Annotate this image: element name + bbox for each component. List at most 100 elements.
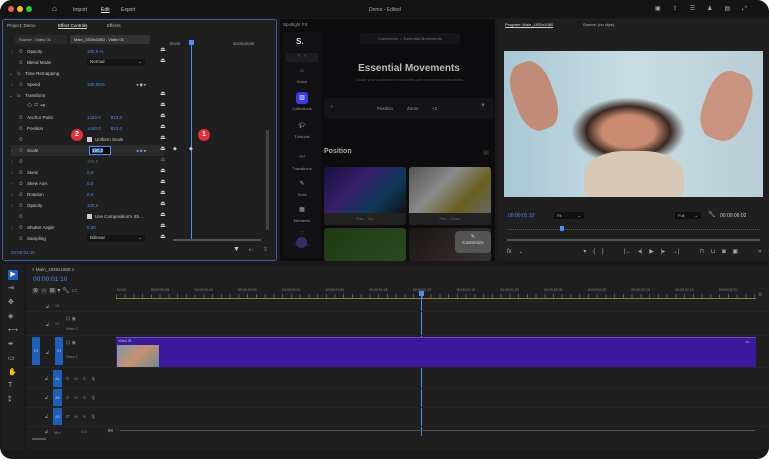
property-value[interactable]: 0,00 — [87, 225, 96, 230]
zoom-scrollbar[interactable] — [173, 239, 261, 241]
effect-card[interactable]: Pan - Top — [324, 167, 406, 225]
mark-in-icon[interactable]: { — [593, 249, 595, 255]
lock-icon[interactable]: 🔓︎ — [46, 350, 49, 356]
lift-icon[interactable]: ⊓ — [699, 249, 704, 255]
marker-icon[interactable]: ▾ — [583, 249, 586, 255]
stopwatch-icon[interactable]: ⏱︎ — [19, 170, 27, 175]
keyframe-icon[interactable]: ◆ — [189, 146, 193, 152]
filter-zoom[interactable]: Zoom — [407, 106, 419, 111]
property-value-2[interactable]: 810,0 — [111, 115, 122, 120]
linked-selection-icon[interactable]: ⊠ — [48, 288, 56, 294]
sync-lock-eye-icons[interactable]: ⊡ ◉ — [66, 340, 76, 346]
track-target[interactable]: V3 — [55, 304, 59, 308]
monitor-zoom-bar[interactable] — [507, 239, 760, 241]
reset-icon[interactable]: ⏏︎ — [160, 46, 166, 53]
video-preview[interactable] — [504, 51, 763, 197]
extract-icon[interactable]: ⊔ — [711, 249, 716, 255]
reset-icon[interactable]: ⏏︎ — [160, 200, 166, 207]
stopwatch-icon[interactable]: ⏱︎ — [19, 203, 27, 208]
go-to-out-icon[interactable]: →| — [672, 249, 680, 255]
fit-dropdown[interactable]: Fit ⌄ — [554, 212, 584, 219]
property-value[interactable]: 100,0 % — [87, 49, 104, 54]
go-to-end-icon[interactable]: ⋈ — [108, 428, 113, 434]
property-value[interactable]: 100,00% — [87, 82, 105, 87]
reset-icon[interactable]: ⏏︎ — [160, 167, 166, 174]
stopwatch-icon[interactable]: ⏱︎ — [19, 225, 27, 230]
mix-value[interactable]: 0,0 — [81, 429, 87, 434]
chevron-right-icon[interactable]: › — [11, 159, 19, 164]
monitor-ruler[interactable] — [507, 229, 760, 230]
chevron-down-icon[interactable]: ⌄ — [9, 71, 17, 77]
dropdown[interactable]: Normal ⌄ — [87, 59, 145, 66]
chevron-right-icon[interactable]: › — [11, 82, 19, 87]
type-tool-icon[interactable]: T — [8, 382, 12, 389]
sequence-clip-tab[interactable]: Main_1920x1080 - Video 01 — [70, 35, 150, 44]
sidebar-item-collections[interactable]: ▥ Collections — [283, 92, 321, 111]
stopwatch-icon[interactable]: ⏱︎ — [19, 49, 27, 54]
pen-tool-icon[interactable]: ✒ — [8, 340, 14, 348]
nav-export[interactable]: Export — [121, 7, 135, 13]
keyframe-icon[interactable]: ◆ — [173, 146, 177, 152]
rectangle-tool-icon[interactable]: ▭ — [8, 354, 15, 362]
reset-icon[interactable]: ⏏︎ — [160, 57, 166, 64]
play-audio-icon[interactable]: ▸♪ — [249, 247, 254, 253]
lock-icon[interactable]: 🔓︎ — [45, 376, 48, 382]
reset-icon[interactable]: ⏏︎ — [160, 222, 166, 229]
sidebar-item-texts[interactable]: ✎ Texts — [283, 178, 321, 197]
audio-track-target[interactable]: A2 — [53, 389, 62, 406]
chevron-right-icon[interactable]: › — [11, 225, 19, 230]
property-value[interactable]: 100,0 — [87, 203, 98, 208]
lock-icon[interactable]: 🔓︎ — [45, 414, 48, 420]
effect-section[interactable]: ⌄ fx Time Remapping — [9, 68, 161, 79]
avatar[interactable] — [296, 237, 307, 248]
sidebar-item-tutorials[interactable]: 🎓︎ Tutorials — [283, 120, 321, 139]
dropdown[interactable]: Bilinear ⌄ — [87, 235, 145, 242]
camera-icon[interactable]: ◙ — [722, 249, 726, 255]
tab-effect-controls[interactable]: Effect Controls — [58, 23, 88, 29]
reset-icon[interactable]: ⏏︎ — [160, 112, 166, 119]
rectangle-mask-icon[interactable]: ▭ — [34, 103, 39, 109]
selection-tool-icon[interactable]: ▶ — [8, 270, 18, 280]
property-value-2[interactable]: 810,0 — [111, 126, 122, 131]
reset-icon[interactable]: ⏏︎ — [160, 156, 166, 163]
slip-tool-icon[interactable]: ⟷ — [8, 326, 18, 334]
audio-mix-level[interactable] — [120, 430, 755, 431]
tab-effects[interactable]: Effects — [107, 23, 121, 28]
track-select-tool-icon[interactable]: ⇥ — [8, 284, 14, 292]
nest-icon[interactable]: ⊕ — [32, 288, 40, 294]
timeline-timecode[interactable]: 00:00:01:10 — [33, 276, 67, 283]
stopwatch-icon[interactable]: ⏱︎ — [19, 60, 27, 65]
audio-track-target[interactable]: A3 — [53, 408, 62, 425]
stopwatch-icon[interactable]: ⏱︎ — [19, 115, 27, 120]
play-icon[interactable]: ▶ — [649, 249, 654, 255]
stopwatch-icon[interactable]: ⏱︎ — [19, 236, 27, 241]
tab-source[interactable]: Source: (no clips) — [583, 22, 614, 27]
home-icon[interactable]: ⌂ — [52, 4, 57, 13]
chevron-down-icon[interactable]: ⌄ — [9, 93, 17, 99]
stopwatch-icon[interactable]: ⏱︎ — [19, 126, 27, 131]
mark-out-icon[interactable]: } — [602, 249, 604, 255]
maximize-window-button[interactable] — [26, 6, 32, 12]
chevron-right-icon[interactable]: › — [11, 203, 19, 208]
sync-lock-eye-icons[interactable]: ⊡ ◉ — [66, 316, 76, 322]
keyframe-navigator[interactable]: ◂ ◆ ▸ — [136, 148, 147, 154]
stopwatch-icon[interactable]: ⏱︎ — [19, 137, 27, 142]
filter-icon[interactable]: ▼ — [233, 246, 240, 253]
source-clip-tab[interactable]: Source - Video 01 — [15, 35, 67, 44]
filter-position[interactable]: Position — [377, 106, 393, 111]
reset-icon[interactable]: ⏏︎ — [160, 90, 166, 97]
property-value[interactable]: 0,0 — [87, 170, 93, 175]
sidebar-item-elements[interactable]: ▦ Elements — [283, 204, 321, 223]
sync-lock-icon[interactable]: ⊡ — [66, 376, 69, 381]
comments-icon[interactable]: ▤ — [724, 6, 742, 12]
quick-export-icon[interactable]: ▣ — [655, 6, 673, 12]
fx-icon[interactable]: fx ⌄ — [507, 249, 523, 255]
pen-mask-icon[interactable]: ✒ — [40, 103, 46, 109]
captions-icon[interactable]: ▭ — [71, 288, 77, 294]
hand-tool-icon[interactable]: ✋ — [8, 368, 17, 376]
tab-program[interactable]: Program: Main_1920x1080 — [505, 22, 554, 28]
solo-button[interactable]: S — [83, 414, 86, 419]
checkbox[interactable] — [87, 214, 92, 219]
lock-icon[interactable]: 🔓︎ — [45, 395, 48, 401]
history-nav[interactable]: ‹ › — [286, 53, 318, 62]
